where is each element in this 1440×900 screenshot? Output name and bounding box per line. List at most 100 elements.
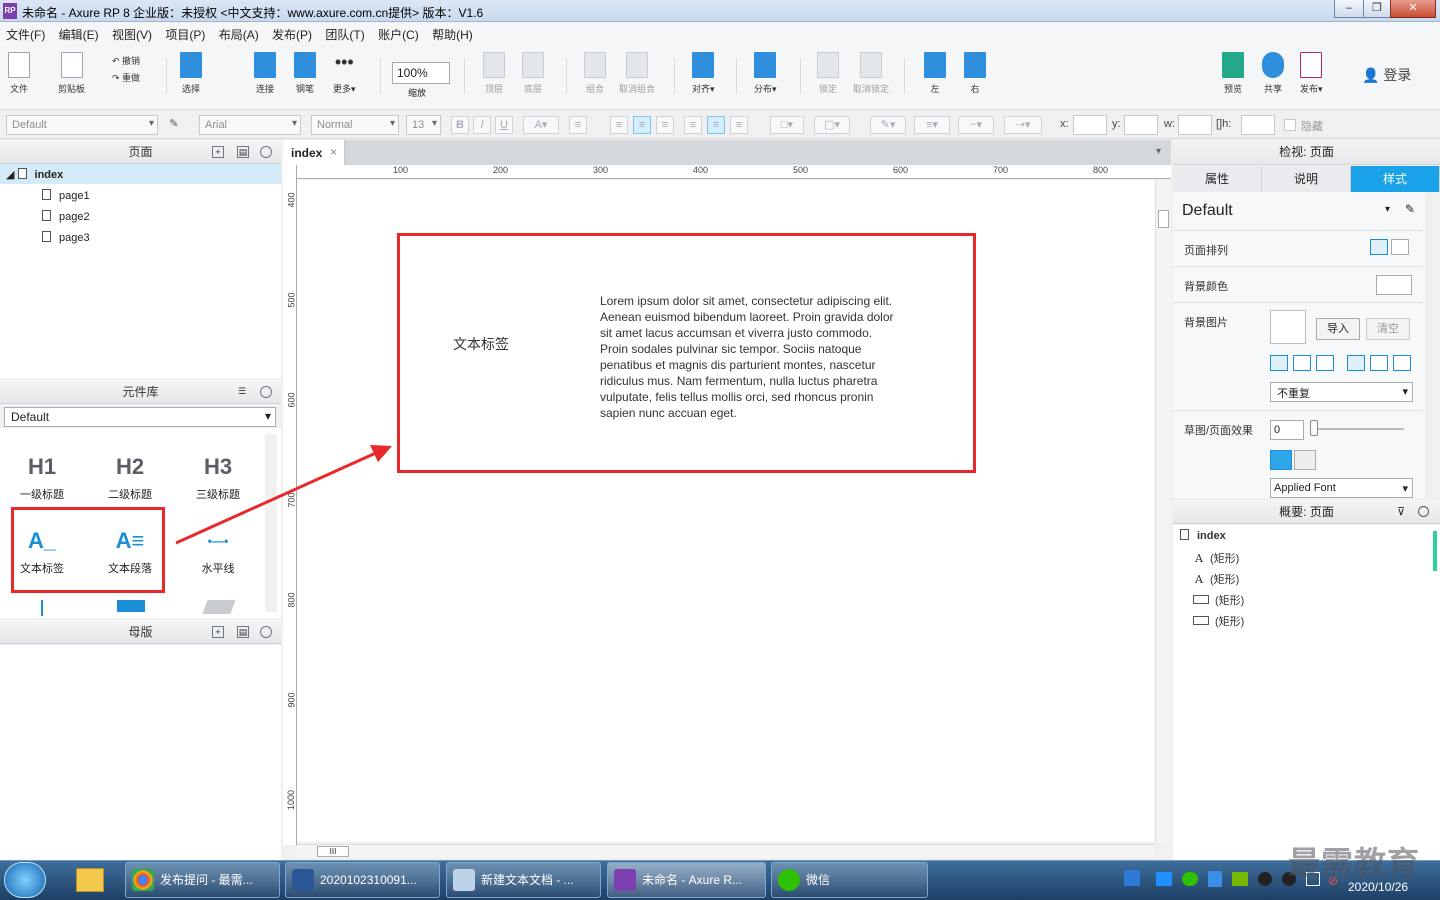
align-left-icon[interactable] (1370, 239, 1388, 255)
underline-button[interactable]: U (495, 116, 513, 134)
shadow-button[interactable]: ▢▾ (814, 116, 850, 134)
weight-select[interactable]: Normal (311, 115, 399, 135)
slider-thumb[interactable] (1310, 420, 1318, 436)
dock-right-button[interactable]: 右 (964, 52, 986, 95)
connect-button[interactable]: 连接 (254, 52, 276, 95)
img-valign-bottom-icon[interactable] (1393, 355, 1411, 371)
taskbar-chrome[interactable]: 发布提问 - 最需... (125, 862, 280, 898)
search-icon[interactable] (260, 146, 272, 158)
font-family-select[interactable]: Applied Font ▾ (1270, 478, 1413, 498)
add-folder-icon[interactable]: ▤ (237, 626, 249, 638)
img-align-left-icon[interactable] (1270, 355, 1288, 371)
font-select[interactable]: Arial (199, 115, 301, 135)
scroll-thumb[interactable]: III (317, 846, 349, 857)
hidden-checkbox[interactable] (1284, 119, 1296, 131)
repeat-select[interactable]: 不重复 ▾ (1270, 382, 1413, 402)
lock-button[interactable]: 锁定 (817, 52, 839, 95)
align-center-icon[interactable] (1391, 239, 1409, 255)
page-item-page3[interactable]: page3 (42, 231, 90, 244)
search-icon[interactable] (1418, 506, 1429, 517)
library-scrollbar[interactable] (265, 434, 277, 612)
italic-button[interactable]: I (473, 116, 491, 134)
qq-icon[interactable] (1258, 872, 1272, 886)
search-icon[interactable] (260, 626, 272, 638)
bg-color-picker[interactable] (1376, 275, 1412, 295)
img-valign-top-icon[interactable] (1347, 355, 1365, 371)
align-center-button[interactable]: ≡ (633, 116, 651, 134)
tab-menu-chevron-icon[interactable]: ▾ (1156, 146, 1161, 157)
valign-bottom-button[interactable]: ≡ (730, 116, 748, 134)
align-left-button[interactable]: ≡ (610, 116, 628, 134)
search-icon[interactable] (260, 386, 272, 398)
unlock-button[interactable]: 取消锁定 (853, 52, 889, 95)
menu-edit[interactable]: 编辑(E) (53, 22, 99, 43)
minimize-button[interactable]: – (1334, 0, 1364, 18)
arrow-style-button[interactable]: ⇢▾ (1004, 116, 1042, 134)
publish-button[interactable]: 发布▾ (1300, 52, 1323, 95)
more-button[interactable]: ••• 更多▾ (333, 52, 356, 95)
style-select[interactable]: Default (6, 115, 158, 135)
fill-color-button[interactable]: □▾ (770, 116, 804, 134)
sketch-slider[interactable] (1312, 428, 1404, 430)
import-button[interactable]: 导入 (1316, 318, 1360, 340)
explorer-taskbar-icon[interactable] (70, 862, 110, 898)
nvidia-icon[interactable] (1232, 872, 1248, 886)
canvas-vertical-scrollbar[interactable] (1155, 180, 1171, 842)
canvas-horizontal-scrollbar[interactable]: III (297, 844, 1155, 858)
clear-button[interactable]: 清空 (1366, 318, 1410, 340)
login-button[interactable]: 👤 登录 (1362, 65, 1411, 85)
style-edit-icon[interactable]: ✎ (1405, 202, 1415, 216)
maximize-button[interactable]: ❐ (1363, 0, 1391, 18)
chevron-down-icon[interactable]: ▾ (1385, 204, 1390, 215)
widget-h2[interactable]: H2 二级标题 (95, 452, 165, 502)
distribute-button[interactable]: 分布▾ (754, 52, 777, 95)
valign-top-button[interactable]: ≡ (684, 116, 702, 134)
menu-help[interactable]: 帮助(H) (426, 22, 473, 43)
tab-properties[interactable]: 属性 (1173, 166, 1262, 192)
file-button[interactable]: 文件 (8, 52, 30, 95)
close-tab-icon[interactable]: × (330, 145, 337, 159)
start-button[interactable] (4, 862, 46, 898)
line-style-button[interactable]: ┄▾ (958, 116, 994, 134)
menu-account[interactable]: 账户(C) (372, 22, 419, 43)
color-effect-icon[interactable] (1270, 450, 1292, 470)
valign-middle-button[interactable]: ≡ (707, 116, 725, 134)
taskbar-notepad[interactable]: 新建文本文档 - ... (446, 862, 601, 898)
overview-item[interactable]: A (矩形) (1195, 550, 1239, 566)
menu-project[interactable]: 项目(P) (159, 22, 205, 43)
w-input[interactable] (1178, 115, 1212, 135)
preview-button[interactable]: 预览 (1222, 52, 1244, 95)
library-select[interactable]: Default ▾ (4, 407, 276, 427)
tray-icon[interactable] (1156, 872, 1172, 886)
line-color-button[interactable]: ✎▾ (870, 116, 906, 134)
style-edit-icon[interactable]: ✎ (165, 116, 183, 134)
overview-item[interactable]: A (矩形) (1195, 571, 1239, 587)
page-item-page1[interactable]: page1 (42, 189, 90, 202)
dock-left-button[interactable]: 左 (924, 52, 946, 95)
h-input[interactable] (1241, 115, 1275, 135)
shield-icon[interactable] (1208, 871, 1222, 887)
pen-button[interactable]: 钢笔 (294, 52, 316, 95)
clipboard-button[interactable]: 剪贴板 (58, 52, 85, 95)
align-button[interactable]: 对齐▾ (692, 52, 715, 95)
sketch-input[interactable]: 0 (1270, 420, 1304, 440)
img-align-center-icon[interactable] (1293, 355, 1311, 371)
taskbar-axure[interactable]: 未命名 - Axure R... (607, 862, 766, 898)
scroll-thumb[interactable] (1158, 210, 1169, 228)
tab-index[interactable]: index × (283, 140, 345, 165)
canvas-text-paragraph[interactable]: Lorem ipsum dolor sit amet, consectetur … (600, 293, 900, 421)
taskbar-wechat[interactable]: 微信 (771, 862, 928, 898)
bring-to-top-button[interactable]: 顶层 (483, 52, 505, 95)
zoom-select[interactable]: 100% (392, 62, 450, 84)
y-input[interactable] (1124, 115, 1158, 135)
send-to-bottom-button[interactable]: 底层 (522, 52, 544, 95)
close-button[interactable]: ✕ (1390, 0, 1436, 18)
overview-root[interactable]: index (1180, 529, 1226, 542)
ime-icon[interactable] (1124, 870, 1140, 886)
font-size-select[interactable]: 13 (406, 115, 441, 135)
overview-scrollbar[interactable] (1433, 531, 1437, 571)
page-item-index[interactable]: ◢ index (6, 168, 63, 181)
overview-item[interactable]: (矩形) (1193, 613, 1244, 629)
filter-icon[interactable]: ⊽ (1397, 500, 1405, 524)
add-page-icon[interactable]: + (212, 146, 224, 158)
